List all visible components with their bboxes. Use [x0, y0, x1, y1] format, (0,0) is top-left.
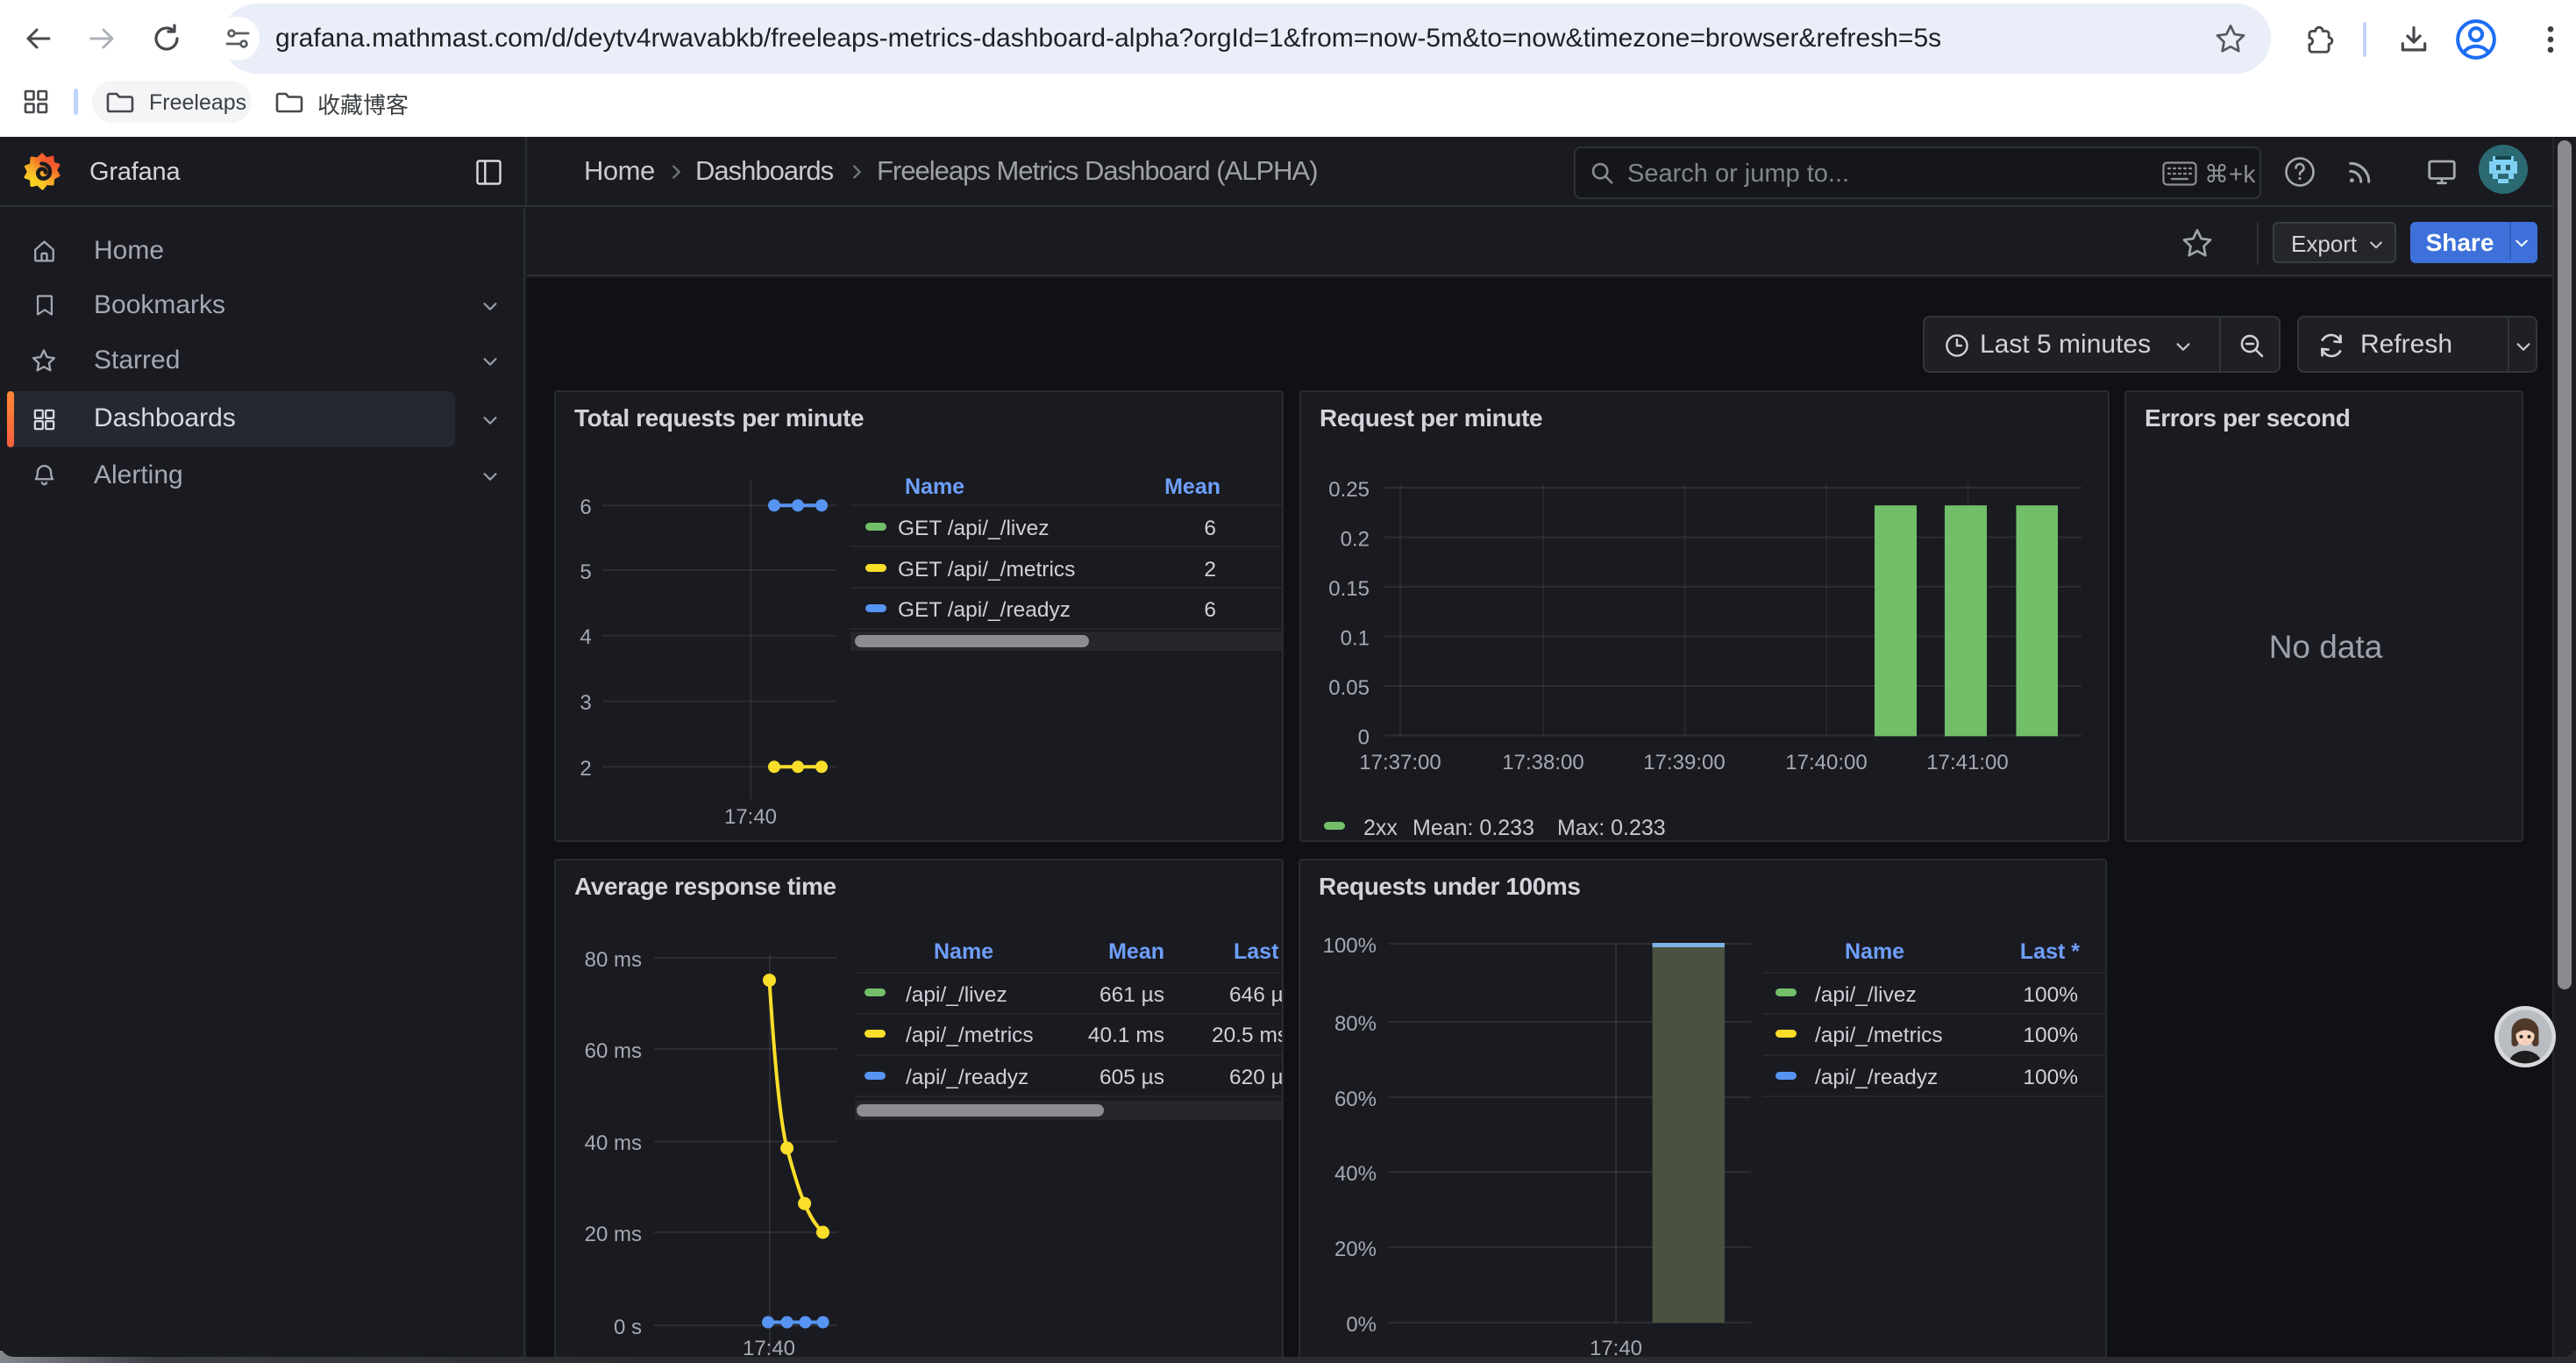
svg-text:0 s: 0 s	[614, 1316, 642, 1339]
svg-text:60 ms: 60 ms	[585, 1039, 642, 1063]
svg-text:17:40: 17:40	[724, 805, 777, 829]
svg-text:17:39:00: 17:39:00	[1643, 751, 1725, 774]
svg-text:17:40: 17:40	[1590, 1337, 1642, 1357]
svg-text:80%: 80%	[1334, 1012, 1377, 1036]
svg-text:4: 4	[580, 625, 591, 649]
svg-text:17:38:00: 17:38:00	[1502, 751, 1583, 774]
svg-text:100%: 100%	[1323, 934, 1377, 958]
svg-text:0.2: 0.2	[1341, 528, 1370, 552]
svg-text:60%: 60%	[1334, 1088, 1377, 1111]
svg-text:80 ms: 80 ms	[585, 948, 642, 972]
svg-text:3: 3	[580, 691, 591, 715]
svg-text:40 ms: 40 ms	[585, 1131, 642, 1155]
svg-text:5: 5	[580, 560, 591, 584]
svg-text:0.05: 0.05	[1328, 676, 1370, 700]
svg-text:17:41:00: 17:41:00	[1926, 751, 2008, 774]
svg-text:0%: 0%	[1346, 1313, 1377, 1337]
svg-text:6: 6	[580, 496, 591, 519]
svg-text:40%: 40%	[1334, 1162, 1377, 1186]
svg-text:0: 0	[1358, 726, 1370, 750]
svg-text:0.15: 0.15	[1328, 577, 1370, 601]
svg-text:17:40: 17:40	[743, 1337, 795, 1357]
svg-text:20 ms: 20 ms	[585, 1223, 642, 1246]
svg-text:17:40:00: 17:40:00	[1785, 751, 1867, 774]
svg-text:20%: 20%	[1334, 1238, 1377, 1261]
svg-text:17:37:00: 17:37:00	[1359, 751, 1441, 774]
svg-text:2: 2	[580, 757, 591, 781]
svg-text:0.1: 0.1	[1341, 627, 1370, 651]
svg-text:0.25: 0.25	[1328, 478, 1370, 502]
